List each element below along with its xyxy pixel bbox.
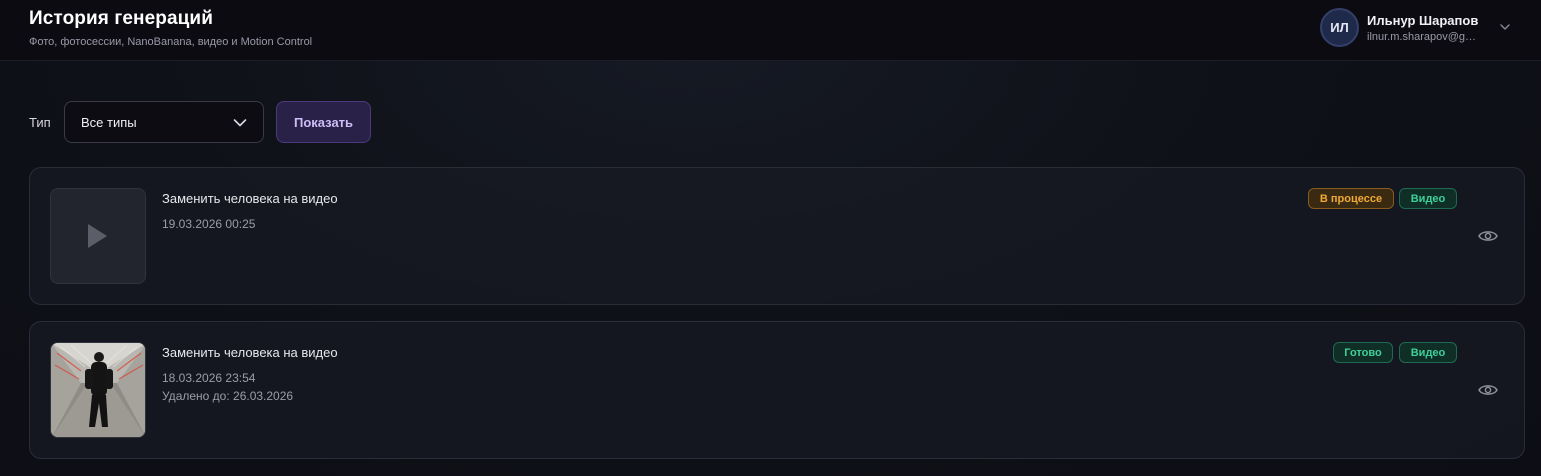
user-name: Ильнур Шарапов	[1367, 13, 1479, 28]
video-preview-image	[51, 343, 145, 437]
chevron-down-icon	[233, 119, 247, 127]
status-badge: В процессе	[1308, 188, 1394, 209]
generation-card: Заменить человека на видео 19.03.2026 00…	[29, 167, 1525, 305]
video-thumbnail[interactable]	[50, 342, 146, 438]
card-title: Заменить человека на видео	[162, 191, 338, 206]
user-email: ilnur.m.sharapov@g…	[1367, 31, 1476, 43]
card-date: 18.03.2026 23:54	[162, 371, 256, 385]
view-button[interactable]	[1476, 225, 1500, 247]
avatar: ИЛ	[1320, 8, 1359, 47]
deletion-date: Удалено до: 26.03.2026	[162, 389, 294, 403]
top-header: История генераций Фото, фотосессии, Nano…	[0, 0, 1541, 61]
card-date: 19.03.2026 00:25	[162, 217, 256, 231]
play-icon	[88, 224, 107, 248]
user-menu[interactable]: ИЛ Ильнур Шарапов ilnur.m.sharapov@g…	[1318, 7, 1518, 51]
eye-icon	[1478, 231, 1498, 241]
type-badge: Видео	[1399, 342, 1457, 363]
generation-card: Заменить человека на видео 18.03.2026 23…	[29, 321, 1525, 459]
page-subtitle: Фото, фотосессии, NanoBanana, видео и Mo…	[29, 36, 313, 48]
type-select-value: Все типы	[81, 115, 137, 130]
page-title: История генераций	[29, 8, 213, 29]
show-button[interactable]: Показать	[276, 101, 371, 143]
chevron-down-icon[interactable]	[1498, 20, 1512, 34]
video-thumbnail[interactable]	[50, 188, 146, 284]
status-badge: Готово	[1333, 342, 1393, 363]
type-select[interactable]: Все типы	[64, 101, 264, 143]
view-button[interactable]	[1476, 379, 1500, 401]
eye-icon	[1478, 385, 1498, 395]
card-title: Заменить человека на видео	[162, 345, 338, 360]
type-filter-label: Тип	[29, 115, 51, 130]
type-badge: Видео	[1399, 188, 1457, 209]
